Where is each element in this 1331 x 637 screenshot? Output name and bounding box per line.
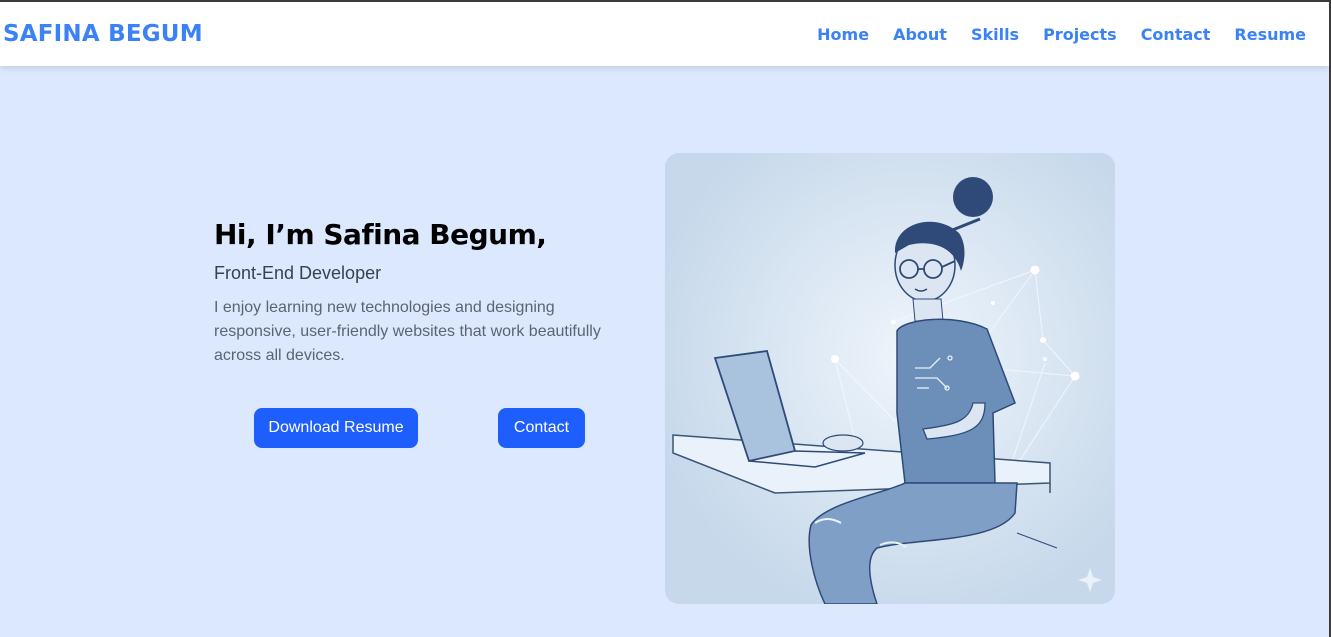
developer-illustration bbox=[665, 153, 1115, 604]
hero-text: Hi, I’m Safina Begum, Front-End Develope… bbox=[214, 218, 614, 368]
top-navbar: SAFINA BEGUM Home About Skills Projects … bbox=[0, 2, 1329, 66]
brand-logo[interactable]: SAFINA BEGUM bbox=[3, 21, 203, 47]
hero-description: I enjoy learning new technologies and de… bbox=[214, 299, 601, 364]
nav-projects-link[interactable]: Projects bbox=[1043, 25, 1117, 44]
hero-title: Hi, I’m Safina Begum, bbox=[214, 218, 547, 251]
main-nav: Home About Skills Projects Contact Resum… bbox=[793, 25, 1306, 44]
nav-contact-link[interactable]: Contact bbox=[1141, 25, 1211, 44]
nav-home-link[interactable]: Home bbox=[817, 25, 869, 44]
developer-illustration-art bbox=[665, 153, 1115, 604]
nav-about-link[interactable]: About bbox=[893, 25, 947, 44]
nav-skills-link[interactable]: Skills bbox=[971, 25, 1019, 44]
download-resume-button[interactable]: Download Resume bbox=[254, 408, 418, 448]
hero-role: Front-End Developer bbox=[214, 263, 382, 283]
contact-button[interactable]: Contact bbox=[498, 408, 585, 448]
nav-resume-link[interactable]: Resume bbox=[1234, 25, 1306, 44]
